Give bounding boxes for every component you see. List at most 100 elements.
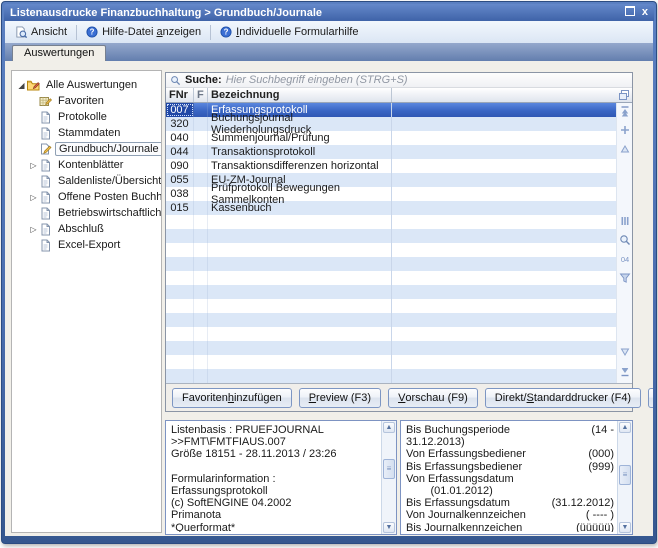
tree-item-kontenblaetter[interactable]: ▷Kontenblätter bbox=[12, 157, 161, 173]
table-row[interactable]: 044Transaktionsprotokoll bbox=[166, 145, 617, 159]
cell-fnr bbox=[166, 243, 194, 257]
tab-auswertungen[interactable]: Auswertungen bbox=[12, 45, 106, 61]
tree-item-grundbuch-journale[interactable]: Grundbuch/Journale bbox=[12, 141, 161, 157]
cell-fcol bbox=[194, 215, 208, 229]
cell-fill bbox=[392, 285, 617, 299]
records-button[interactable] bbox=[619, 253, 631, 268]
column-options-icon[interactable] bbox=[618, 89, 630, 101]
table-row[interactable]: 090Transaktionsdifferenzen horizontal bbox=[166, 159, 617, 173]
report-list-panel: Suche: Hier Suchbegriff eingeben (STRG+S… bbox=[165, 72, 633, 412]
action-button-row: Favoriten hinzufügen Preview (F3) Vorschau… bbox=[166, 383, 632, 411]
table-row-empty[interactable] bbox=[166, 229, 617, 243]
table-row[interactable]: 320Buchungsjournal Wiederholungsdruck bbox=[166, 117, 617, 131]
cell-bez: Kassenbuch bbox=[208, 201, 392, 215]
parameter-line: Bis Erfassungsbediener(999) bbox=[406, 461, 614, 473]
collapsed-arrow-icon[interactable]: ▷ bbox=[28, 161, 39, 170]
table-row-empty[interactable] bbox=[166, 369, 617, 383]
table-row-empty[interactable] bbox=[166, 313, 617, 327]
tree-item-alle-auswertungen[interactable]: ◢Alle Auswertungen bbox=[12, 77, 161, 93]
table-row[interactable]: 038Prüfprotokoll Bewegungen Sammelkonten bbox=[166, 187, 617, 201]
columns-button[interactable] bbox=[619, 215, 631, 230]
collapsed-arrow-icon[interactable]: ▷ bbox=[28, 193, 39, 202]
toolbar-item-individuelle-formularhilfe[interactable]: Individuelle Formularhilfe bbox=[214, 24, 364, 40]
document-icon bbox=[39, 191, 52, 204]
cell-bez: Buchungsjournal Wiederholungsdruck bbox=[208, 117, 392, 131]
tree-item-favoriten[interactable]: Favoriten bbox=[12, 93, 161, 109]
column-header-bezeichnung[interactable]: Bezeichnung bbox=[208, 88, 392, 102]
scroll-bottom-button[interactable] bbox=[619, 365, 631, 380]
cell-fnr bbox=[166, 285, 194, 299]
tree-item-stammdaten[interactable]: Stammdaten bbox=[12, 125, 161, 141]
info-line bbox=[171, 461, 378, 473]
cell-fcol bbox=[194, 173, 208, 187]
table-row-empty[interactable] bbox=[166, 341, 617, 355]
parameters-scrollbar[interactable]: ▲ ≡ ▼ bbox=[617, 421, 632, 534]
filter-button[interactable] bbox=[619, 272, 631, 287]
table-row-empty[interactable] bbox=[166, 215, 617, 229]
toolbar-label: Ansicht bbox=[31, 26, 67, 38]
tree-item-offene-posten-buchhaltung[interactable]: ▷Offene Posten Buchhaltung bbox=[12, 189, 161, 205]
cell-fcol bbox=[194, 341, 208, 355]
column-header-f[interactable]: F bbox=[194, 88, 208, 102]
direkt-standarddrucker-f4-button[interactable]: Direkt/Standarddrucker (F4) bbox=[485, 388, 641, 408]
vorschau-f9-button[interactable]: Vorschau (F9) bbox=[388, 388, 478, 408]
cell-bez bbox=[208, 257, 392, 271]
table-row[interactable]: 040Summenjournal/Prüfung bbox=[166, 131, 617, 145]
search-placeholder: Hier Suchbegriff eingeben (STRG+S) bbox=[226, 74, 408, 86]
cell-fnr bbox=[166, 229, 194, 243]
table-row-empty[interactable] bbox=[166, 243, 617, 257]
add-button[interactable] bbox=[619, 124, 631, 139]
scroll-up-icon[interactable]: ▲ bbox=[619, 422, 631, 433]
cell-fnr bbox=[166, 355, 194, 369]
scrollbar-thumb[interactable]: ≡ bbox=[383, 459, 395, 479]
toolbar-item-ansicht[interactable]: Ansicht bbox=[9, 24, 73, 40]
tree-item-excel-export[interactable]: Excel-Export bbox=[12, 237, 161, 253]
cell-fill bbox=[392, 103, 617, 117]
tree-item-saldenliste-uebersicht[interactable]: Saldenliste/Übersicht bbox=[12, 173, 161, 189]
records-icon bbox=[619, 253, 631, 265]
table-row-empty[interactable] bbox=[166, 257, 617, 271]
collapsed-arrow-icon[interactable]: ▷ bbox=[28, 225, 39, 234]
favoriten-hinzufuegen-button[interactable]: Favoriten hinzufügen bbox=[172, 388, 292, 408]
scroll-up-icon[interactable]: ▲ bbox=[383, 422, 395, 433]
parameter-line: 31.12.2013) bbox=[406, 436, 614, 448]
tree-item-protokolle[interactable]: Protokolle bbox=[12, 109, 161, 125]
tree-item-label: Saldenliste/Übersicht bbox=[55, 175, 162, 187]
scroll-top-button[interactable] bbox=[619, 105, 631, 120]
expanded-arrow-icon[interactable]: ◢ bbox=[16, 81, 27, 90]
tree-item-betriebswirtschaftliche-auswertungen[interactable]: Betriebswirtschaftliche Auswertungen bbox=[12, 205, 161, 221]
search-input[interactable]: Suche: Hier Suchbegriff eingeben (STRG+S… bbox=[166, 73, 632, 88]
tree-item-abschluss[interactable]: ▷Abschluß bbox=[12, 221, 161, 237]
cell-fill bbox=[392, 229, 617, 243]
scroll-down-icon[interactable]: ▼ bbox=[619, 522, 631, 533]
scroll-down-icon[interactable]: ▼ bbox=[383, 522, 395, 533]
table-row[interactable]: 015 Kassenbuch bbox=[166, 201, 617, 215]
table-row-empty[interactable] bbox=[166, 285, 617, 299]
scroll-top-icon bbox=[619, 105, 631, 117]
table-row-empty[interactable] bbox=[166, 327, 617, 341]
toolbar-item-hilfe-datei-anzeigen[interactable]: Hilfe-Datei anzeigen bbox=[80, 24, 207, 40]
cell-fnr bbox=[166, 369, 194, 383]
cell-fnr: 015 bbox=[166, 201, 194, 215]
parameter-line: Von Erfassungsbediener(000) bbox=[406, 448, 614, 460]
table-row-empty[interactable] bbox=[166, 355, 617, 369]
column-header-fnr[interactable]: FNr bbox=[166, 88, 194, 102]
cell-fcol bbox=[194, 271, 208, 285]
restore-button[interactable] bbox=[625, 6, 635, 19]
scroll-up-button[interactable] bbox=[619, 143, 631, 158]
scroll-down-button[interactable] bbox=[619, 346, 631, 361]
parameter-line: Bis Journalkennzeichen(üüüüü) bbox=[406, 522, 614, 532]
close-button[interactable]: x bbox=[642, 7, 648, 18]
scrollbar-thumb[interactable]: ≡ bbox=[619, 465, 631, 485]
cell-fcol bbox=[194, 243, 208, 257]
cell-bez bbox=[208, 215, 392, 229]
parameters-text: Bis Buchungsperiode(14 -31.12.2013)Von E… bbox=[406, 424, 614, 532]
window-client-area: Ansicht Hilfe-Datei anzeigen Individuelle … bbox=[5, 21, 653, 536]
table-row-empty[interactable] bbox=[166, 271, 617, 285]
preview-f3-button[interactable]: Preview (F3) bbox=[299, 388, 381, 408]
search-button[interactable] bbox=[619, 234, 631, 249]
cell-bez: Summenjournal/Prüfung bbox=[208, 131, 392, 145]
auswertung-drucken-button[interactable]: Auswertung drucken bbox=[648, 388, 653, 408]
table-row-empty[interactable] bbox=[166, 299, 617, 313]
form-info-scrollbar[interactable]: ▲ ≡ ▼ bbox=[381, 421, 396, 534]
